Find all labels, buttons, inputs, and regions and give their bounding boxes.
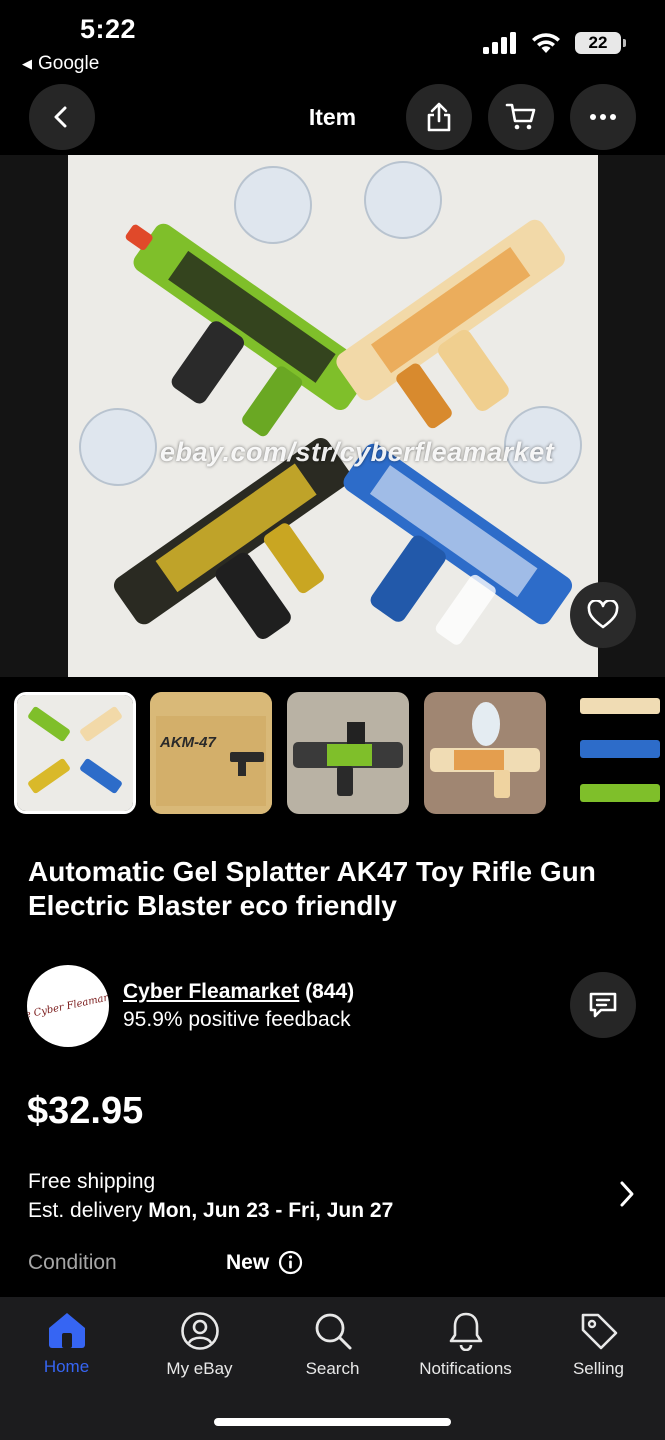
thumbnail-image: [424, 692, 546, 814]
page-title: Item: [308, 104, 357, 130]
tab-label: Home: [43, 1357, 90, 1376]
product-title: Automatic Gel Splatter AK47 Toy Rifle Gu…: [28, 856, 596, 921]
box-label: AKM-47: [160, 734, 216, 751]
search-icon: [315, 1313, 351, 1350]
tab-label: Selling: [572, 1359, 625, 1378]
tag-icon: [581, 1313, 617, 1350]
seller-feedback-count: (844): [305, 980, 355, 1003]
battery-indicator: 22: [575, 32, 626, 54]
tab-my-ebay[interactable]: My eBay: [133, 1311, 266, 1379]
product-price: $32.95: [27, 1090, 144, 1132]
thumbnail-5[interactable]: [560, 692, 665, 814]
signal-icon: [483, 32, 516, 54]
seller-avatar-text: The Cyber Fleamarket: [27, 988, 109, 1024]
product-main-image[interactable]: ebay.com/str/cyberfleamarket: [68, 155, 598, 677]
shipping-details-row[interactable]: Free shipping Est. delivery Mon, Jun 23 …: [0, 1162, 665, 1232]
seller-info: Cyber Fleamarket (844): [123, 980, 354, 1004]
cart-icon: [505, 103, 536, 130]
thumbnail-4[interactable]: [424, 692, 546, 814]
thumbnail-image: AKM-47: [150, 692, 272, 814]
thumbnail-strip[interactable]: AKM-47: [0, 690, 665, 815]
gel-blasters-illustration: [79, 161, 582, 645]
shipping-cost: Free shipping: [28, 1170, 156, 1193]
tab-notifications[interactable]: Notifications: [399, 1311, 532, 1379]
status-time: 5:22: [80, 14, 137, 44]
thumbnail-2[interactable]: AKM-47: [150, 692, 272, 814]
product-image-carousel[interactable]: ebay.com/str/cyberfleamarket: [0, 155, 665, 677]
delivery-prefix: Est. delivery: [28, 1199, 149, 1222]
home-icon: [48, 1313, 85, 1348]
delivery-dates: Mon, Jun 23 - Fri, Jun 27: [148, 1199, 394, 1222]
back-triangle-icon: ◀: [22, 56, 32, 71]
seller-feedback-percent: 95.9% positive feedback: [123, 1008, 351, 1031]
chevron-right-icon: [620, 1181, 634, 1207]
share-icon: [427, 102, 451, 132]
tab-home[interactable]: Home: [0, 1311, 133, 1377]
cart-button[interactable]: [488, 84, 554, 150]
back-button[interactable]: [29, 84, 95, 150]
seller-avatar[interactable]: The Cyber Fleamarket: [27, 965, 109, 1047]
chevron-left-icon: [54, 106, 67, 128]
thumbnail-image: [560, 692, 665, 814]
seller-name-link[interactable]: Cyber Fleamarket: [123, 980, 299, 1003]
image-watermark: ebay.com/str/cyberfleamarket: [160, 437, 555, 467]
status-bar: 5:22 ◀ Google 22: [0, 0, 665, 80]
more-icon: [590, 114, 616, 120]
home-indicator: [214, 1418, 451, 1426]
thumbnail-image: [17, 695, 133, 811]
back-to-app-link[interactable]: ◀ Google: [22, 53, 99, 75]
condition-label: Condition: [28, 1251, 117, 1274]
watchlist-button[interactable]: [570, 582, 636, 648]
thumbnail-3[interactable]: [287, 692, 409, 814]
box-art: [150, 692, 272, 814]
message-icon: [589, 992, 617, 1018]
item-header: Item: [0, 84, 665, 154]
thumbnail-1[interactable]: [14, 692, 136, 814]
back-app-label: Google: [38, 53, 100, 74]
share-button[interactable]: [406, 84, 472, 150]
tab-selling[interactable]: Selling: [532, 1311, 665, 1379]
thumbnail-image: [287, 692, 409, 814]
wifi-icon: [532, 33, 560, 53]
delivery-estimate: Est. delivery Mon, Jun 23 - Fri, Jun 27: [28, 1199, 393, 1223]
tab-search[interactable]: Search: [266, 1311, 399, 1379]
message-seller-button[interactable]: [570, 972, 636, 1038]
heart-icon: [587, 600, 619, 629]
account-icon: [180, 1312, 219, 1350]
more-options-button[interactable]: [570, 84, 636, 150]
tab-label: My eBay: [166, 1359, 233, 1378]
tab-label: Notifications: [419, 1359, 512, 1378]
tab-label: Search: [305, 1359, 360, 1378]
battery-level: 22: [588, 33, 608, 52]
info-icon[interactable]: [278, 1250, 303, 1275]
bell-icon: [449, 1312, 482, 1351]
status-icons: 22: [483, 32, 626, 54]
condition-value: New: [226, 1251, 270, 1274]
